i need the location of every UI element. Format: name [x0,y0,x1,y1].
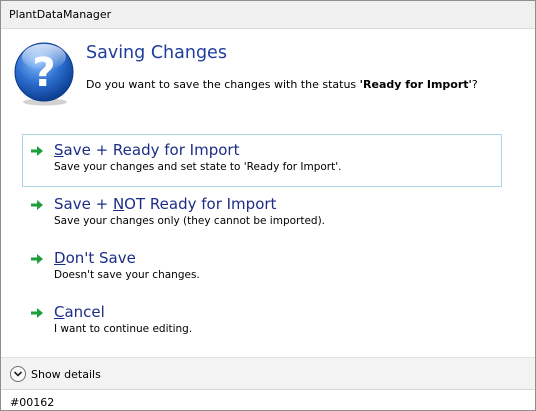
option-dont-save[interactable]: Don't Save Doesn't save your changes. [22,242,502,295]
message-prefix: Do you want to save the changes with the… [86,78,360,91]
title-bar: PlantDataManager [1,1,535,29]
option-title-rest: OT Ready for Import [124,195,277,213]
option-accelerator: S [54,141,64,159]
window-title: PlantDataManager [9,8,112,21]
option-title-rest: ancel [64,303,105,321]
option-cancel[interactable]: Cancel I want to continue editing. [22,296,502,349]
option-description: I want to continue editing. [54,323,193,335]
question-icon: ? [14,42,74,106]
message-suffix: ? [471,78,478,91]
option-title: Save + Ready for Import [54,141,239,159]
option-accelerator: N [112,195,125,213]
green-arrow-icon [31,146,43,156]
option-title: Save + NOT Ready for Import [54,195,276,213]
dialog-header: ? Saving Changes Do you want to save the… [11,40,526,110]
option-accelerator: C [54,303,65,321]
green-arrow-icon [31,200,43,210]
details-bar: Show details [1,357,535,390]
option-save-ready-for-import[interactable]: Save + Ready for Import Save your change… [22,134,502,187]
option-description: Save your changes and set state to 'Read… [54,161,342,173]
show-details-toggle[interactable] [10,366,26,382]
green-arrow-icon [31,254,43,264]
status-code: #00162 [10,396,55,409]
svg-text:?: ? [32,50,55,96]
option-title-rest: on't Save [65,249,136,267]
dialog-window: PlantDataManager ? Saving Changes Do you… [0,0,536,411]
option-title: Don't Save [54,249,136,267]
show-details-label[interactable]: Show details [31,368,101,381]
option-title: Cancel [54,303,105,321]
green-arrow-icon [31,308,43,318]
option-title-rest: ave + Ready for Import [63,141,240,159]
chevron-down-icon [13,371,23,377]
option-description: Doesn't save your changes. [54,269,200,281]
option-title-pre: Save + [54,195,113,213]
dialog-heading: Saving Changes [86,43,227,63]
option-description: Save your changes only (they cannot be i… [54,215,326,227]
message-status: 'Ready for Import' [359,78,472,91]
option-save-not-ready-for-import[interactable]: Save + NOT Ready for Import Save your ch… [22,188,502,241]
dialog-message: Do you want to save the changes with the… [86,78,478,91]
option-accelerator: D [54,249,66,267]
